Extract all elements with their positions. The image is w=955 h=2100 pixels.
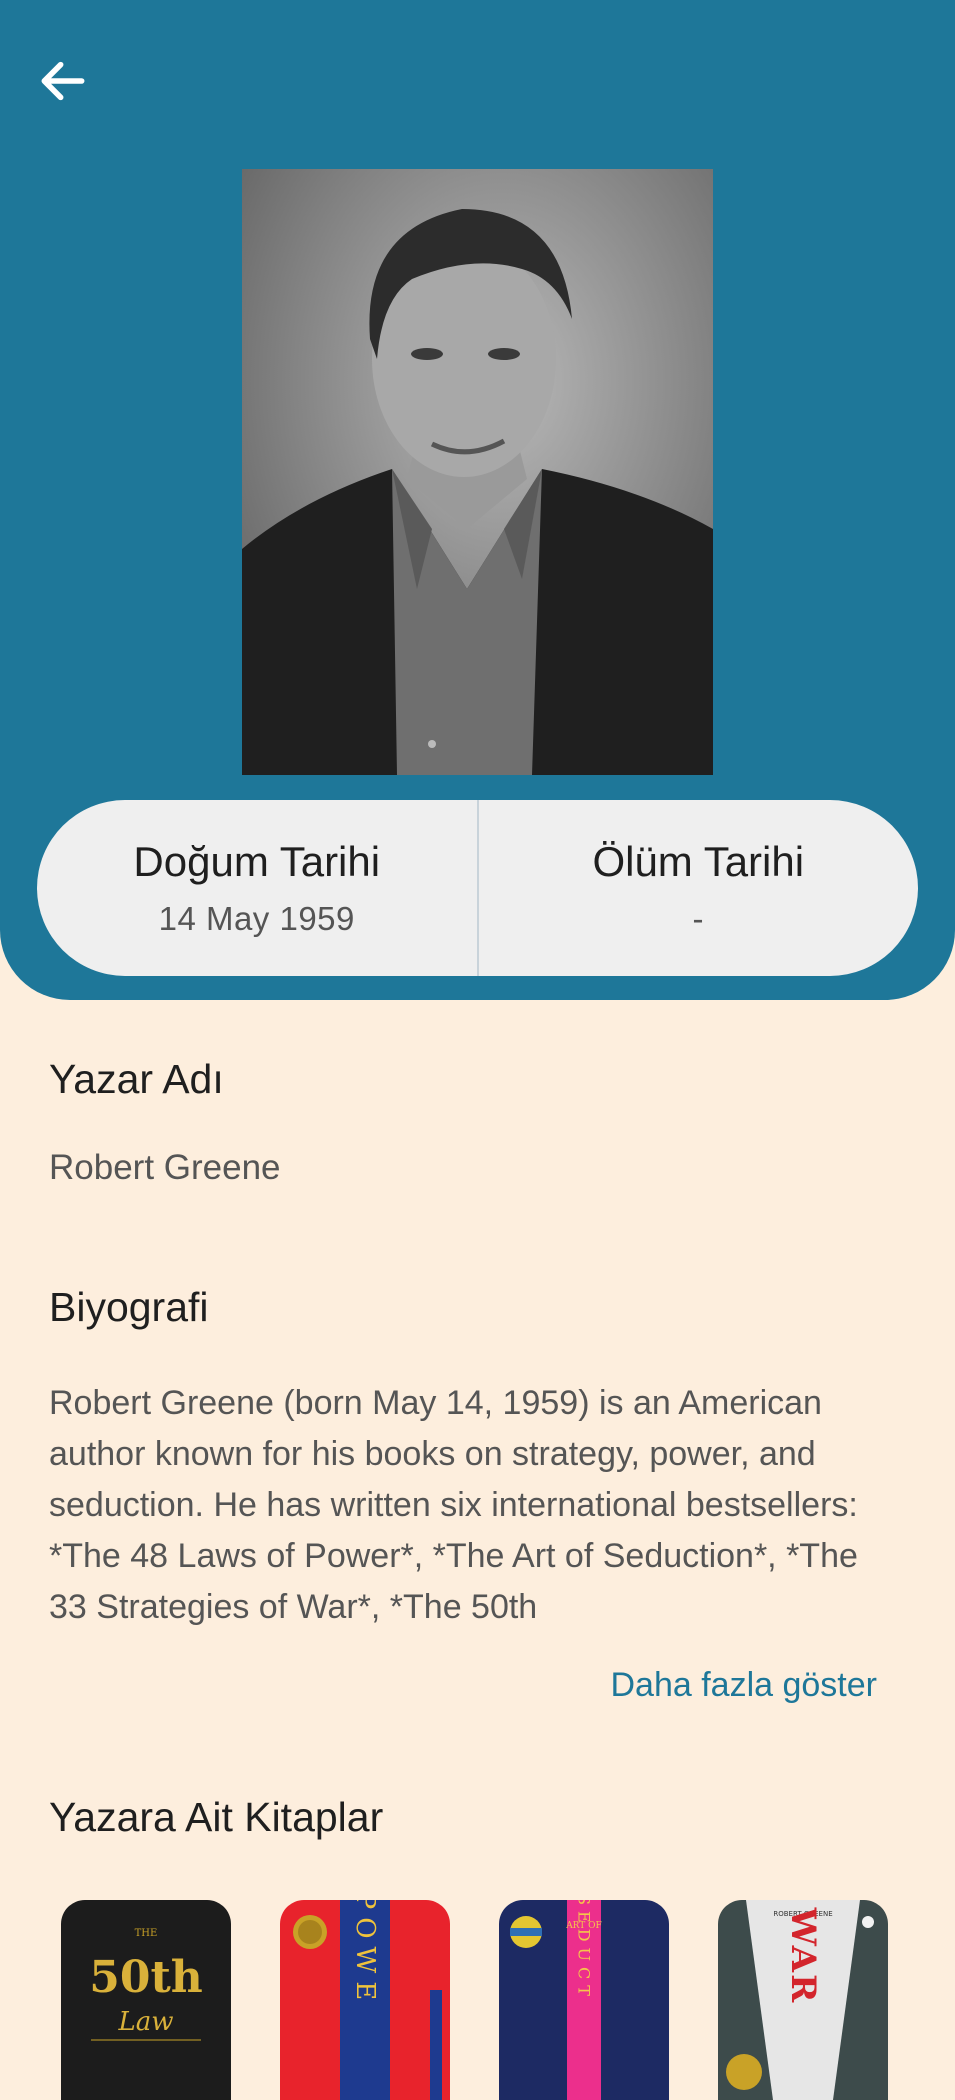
death-date-value: - [692,900,704,937]
author-name-title: Yazar Adı [49,1056,224,1102]
birth-date-section: Doğum Tarihi 14 May 1959 [37,800,477,976]
books-list: THE 50th Law POWE ART OF SEDUCT ROBERT G… [61,1900,888,2100]
header-background: Doğum Tarihi 14 May 1959 Ölüm Tarihi - [0,0,955,1000]
books-title: Yazara Ait Kitaplar [49,1794,384,1840]
book-cover-33-strategies-of-war[interactable]: ROBERT GREENE WAR [718,1900,888,2100]
birth-date-value: 14 May 1959 [158,900,355,937]
book-cover-48-laws-of-power[interactable]: POWE [280,1900,450,2100]
book-cover-main-text: WAR [783,1907,823,2005]
back-button[interactable] [30,48,96,114]
show-more-link[interactable]: Daha fazla göster [611,1666,878,1705]
book-cover-50th-law[interactable]: THE 50th Law [61,1900,231,2100]
author-portrait [242,169,713,775]
book-cover-main-text: 50th [89,1952,203,2003]
biography-title: Biyografi [49,1284,209,1330]
biography-text: Robert Greene (born May 14, 1959) is an … [49,1384,858,1626]
birth-date-label: Doğum Tarihi [133,838,381,885]
book-cover-sub-text: Law [117,2007,173,2037]
book-cover-top-text: THE [135,1928,158,1939]
death-date-label: Ölüm Tarihi [592,838,805,885]
dates-card: Doğum Tarihi 14 May 1959 Ölüm Tarihi - [37,800,918,976]
author-name-value: Robert Greene [49,1148,281,1187]
death-date-section: Ölüm Tarihi - [479,800,919,976]
book-cover-main-text: POWE [350,1900,380,2008]
arrow-left-icon [41,61,85,101]
book-cover-main-text: SEDUCT [575,1900,594,2002]
book-cover-art-of-seduction[interactable]: ART OF SEDUCT [499,1900,669,2100]
